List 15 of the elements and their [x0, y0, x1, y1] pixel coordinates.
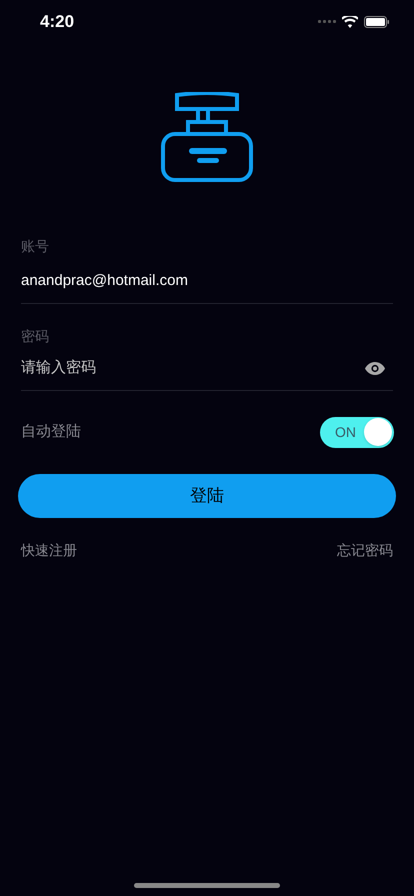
- text-link[interactable]: 忘记密码: [337, 540, 393, 560]
- text-link[interactable]: 快速注册: [21, 540, 77, 560]
- password-label: 密码: [21, 327, 50, 346]
- auto-login-label: 自动登陆: [21, 422, 81, 442]
- account-label: 账号: [21, 237, 50, 256]
- wifi-icon: [342, 16, 358, 28]
- auto-login-switch[interactable]: ON: [320, 416, 394, 448]
- battery-icon: [364, 16, 390, 28]
- password-field[interactable]: 请输入密码: [21, 357, 365, 380]
- signal-icon: [318, 20, 336, 24]
- status-time: 4:20: [40, 11, 74, 34]
- login-button[interactable]: 登陆: [18, 474, 396, 518]
- account-field[interactable]: anandprac@hotmail.com: [21, 270, 393, 292]
- eye-icon[interactable]: [365, 362, 385, 375]
- bottle-icon: [160, 92, 254, 184]
